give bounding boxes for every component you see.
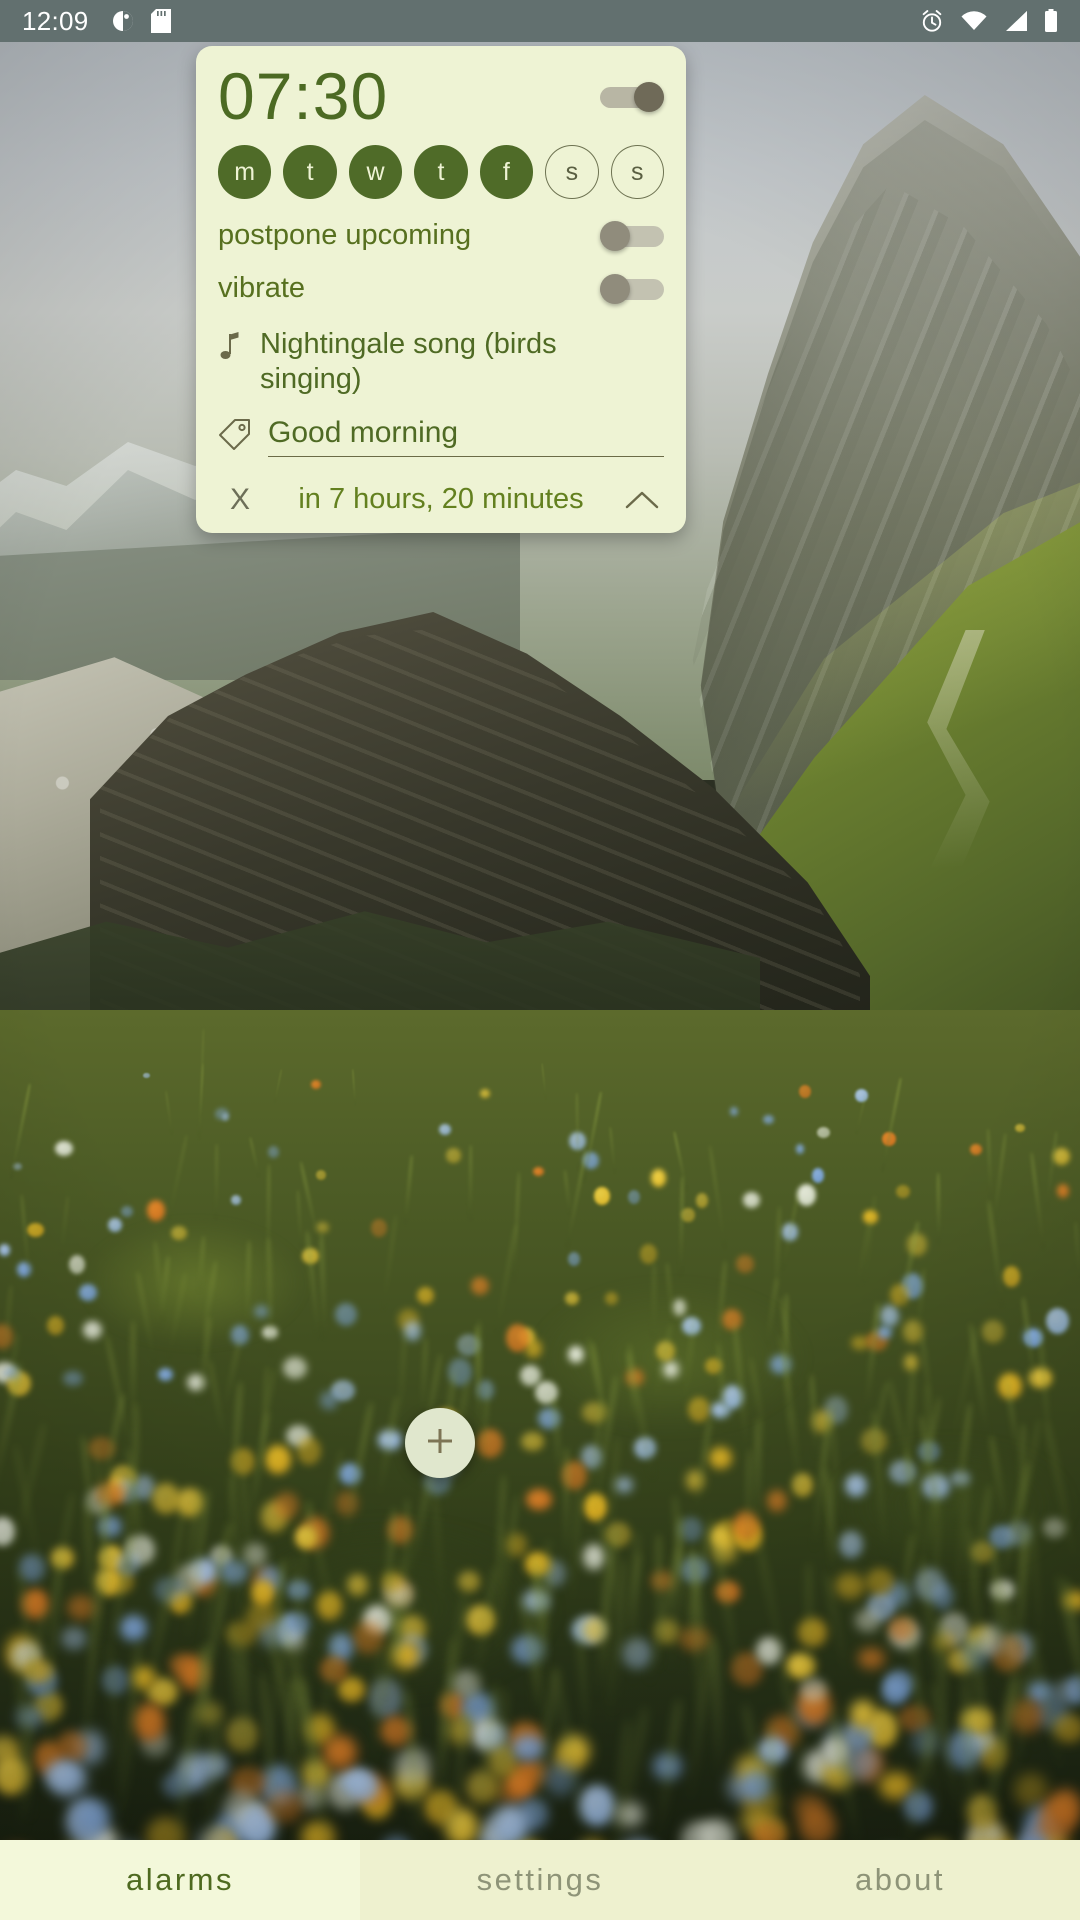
chevron-up-icon[interactable] (620, 489, 664, 511)
alarm-label-input[interactable]: Good morning (268, 416, 664, 457)
alarm-time[interactable]: 07:30 (218, 61, 388, 131)
plus-icon (422, 1423, 458, 1464)
alarm-enable-toggle[interactable] (600, 81, 664, 112)
weekday-3[interactable]: t (414, 145, 468, 200)
status-bar: 12:09 (0, 0, 1080, 42)
tab-settings[interactable]: settings (360, 1840, 720, 1920)
postpone-upcoming-toggle[interactable] (600, 220, 664, 251)
tab-about[interactable]: about (720, 1840, 1080, 1920)
weekday-1[interactable]: t (283, 145, 337, 200)
bottom-tab-bar[interactable]: alarms settings about (0, 1840, 1080, 1920)
weekday-letter: s (631, 157, 644, 186)
weekday-6[interactable]: s (610, 145, 664, 200)
do-not-disturb-icon (111, 9, 135, 33)
battery-icon (1044, 9, 1058, 33)
toggle-knob (600, 220, 630, 251)
setting-row-vibrate[interactable]: vibrate (218, 272, 664, 305)
add-alarm-fab[interactable] (405, 1408, 475, 1478)
tab-label: about (854, 1862, 946, 1897)
alarm-card-header: 07:30 (218, 61, 664, 131)
weekday-4[interactable]: f (479, 145, 534, 200)
signal-icon (1003, 10, 1029, 32)
setting-row-postpone[interactable]: postpone upcoming (218, 219, 664, 252)
vibrate-label: vibrate (218, 272, 306, 305)
status-bar-clock: 12:09 (22, 5, 89, 36)
delete-alarm-button[interactable]: X (218, 483, 262, 517)
weekday-letter: t (437, 157, 445, 186)
wifi-icon (960, 10, 988, 32)
status-bar-right-icons (919, 8, 1058, 34)
weekday-letter: w (366, 157, 385, 186)
weekday-selector[interactable]: mtwtfss (218, 145, 664, 200)
tab-alarms[interactable]: alarms (0, 1840, 360, 1920)
status-bar-left-icons (111, 9, 171, 33)
weekday-letter: s (565, 157, 579, 186)
music-note-icon (218, 331, 244, 368)
postpone-upcoming-label: postpone upcoming (218, 219, 472, 252)
toggle-knob (634, 81, 664, 112)
toggle-knob (600, 273, 630, 304)
weekday-letter: m (234, 157, 256, 186)
weekday-2[interactable]: w (348, 145, 403, 200)
alarm-card-footer: X in 7 hours, 20 minutes (218, 481, 664, 523)
alarm-sound-row[interactable]: Nightingale song (birds singing) (218, 327, 664, 395)
weekday-letter: t (306, 157, 314, 186)
tab-label: settings (476, 1862, 604, 1897)
weekday-0[interactable]: m (218, 145, 272, 200)
sd-card-icon (150, 9, 171, 33)
vibrate-toggle[interactable] (600, 273, 664, 304)
alarm-card[interactable]: 07:30 mtwtfss postpone upcoming vibrate … (196, 46, 686, 533)
alarm-countdown-text: in 7 hours, 20 minutes (298, 483, 584, 516)
tag-icon (218, 418, 252, 457)
alarm-sound-name: Nightingale song (birds singing) (260, 328, 557, 395)
alarm-label-row[interactable]: Good morning (218, 414, 664, 457)
weekday-5[interactable]: s (545, 145, 599, 200)
tab-label: alarms (125, 1862, 234, 1897)
alarm-icon (919, 8, 945, 34)
weekday-letter: f (502, 157, 510, 186)
